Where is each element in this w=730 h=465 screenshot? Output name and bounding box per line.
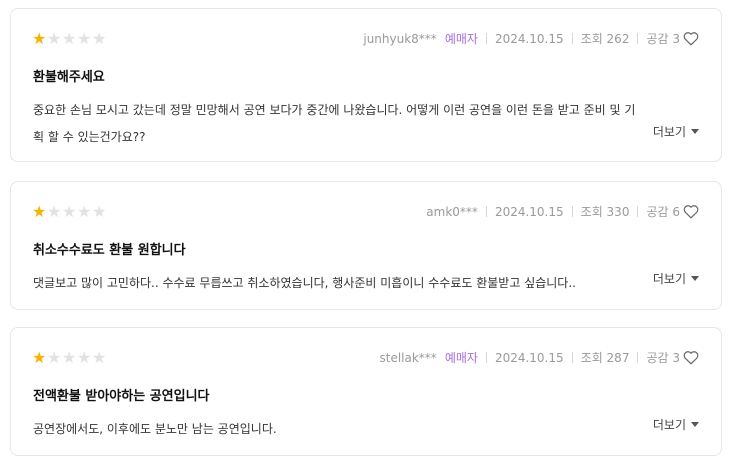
- star-icon: ★: [47, 29, 62, 48]
- divider: [571, 33, 573, 44]
- star-icon: ★: [77, 29, 92, 48]
- review-list: ★ ★ ★ ★ ★ junhyuk8*** 예매자 2024.10.15 조회 262 …: [0, 0, 730, 465]
- star-rating: ★ ★ ★ ★ ★: [32, 31, 107, 47]
- star-icon: ★: [77, 202, 92, 221]
- star-icon: ★: [62, 29, 77, 48]
- review-title: 취소수수료도 환불 원합니다: [33, 243, 186, 258]
- more-button[interactable]: 더보기: [653, 123, 699, 140]
- star-icon: ★: [32, 29, 47, 48]
- star-icon: ★: [32, 202, 47, 221]
- review-card: ★ ★ ★ ★ ★ stellak*** 예매자 2024.10.15 조회 287 공…: [10, 327, 722, 456]
- more-label: 더보기: [652, 125, 686, 139]
- like-button[interactable]: 공감 3: [646, 349, 699, 366]
- view-count: 조회 330: [580, 205, 630, 219]
- star-icon: ★: [92, 348, 107, 367]
- divider: [485, 33, 487, 44]
- more-button[interactable]: 더보기: [653, 416, 699, 433]
- buyer-badge: 예매자: [444, 32, 478, 46]
- star-icon: ★: [32, 348, 47, 367]
- star-icon: ★: [77, 348, 92, 367]
- caret-down-icon: [691, 129, 699, 134]
- more-label: 더보기: [652, 418, 686, 432]
- divider: [637, 352, 639, 363]
- view-count: 조회 287: [580, 351, 630, 365]
- review-title: 전액환불 받아야하는 공연입니다: [33, 389, 210, 404]
- like-count: 공감 3: [646, 351, 680, 365]
- more-button[interactable]: 더보기: [653, 270, 699, 287]
- divider: [485, 352, 487, 363]
- heart-icon: [683, 205, 699, 219]
- star-rating: ★ ★ ★ ★ ★: [32, 204, 107, 220]
- review-title: 환불해주세요: [33, 70, 105, 85]
- divider: [571, 206, 573, 217]
- more-label: 더보기: [652, 272, 686, 286]
- reviewer-id: junhyuk8***: [363, 31, 437, 46]
- star-icon: ★: [92, 29, 107, 48]
- review-date: 2024.10.15: [494, 204, 564, 219]
- review-meta: junhyuk8*** 예매자 2024.10.15 조회 262 공감 3: [363, 30, 699, 47]
- star-icon: ★: [62, 348, 77, 367]
- reviewer-id: amk0***: [426, 204, 478, 219]
- review-card: ★ ★ ★ ★ ★ amk0*** 2024.10.15 조회 330 공감 6 취소수…: [10, 181, 722, 310]
- review-content: 중요한 손님 모시고 갔는데 정말 민망해서 공연 보다가 중간에 나왔습니다.…: [33, 103, 636, 144]
- heart-icon: [683, 351, 699, 365]
- like-button[interactable]: 공감 6: [646, 203, 699, 220]
- divider: [485, 206, 487, 217]
- review-content: 공연장에서도, 이후에도 분노만 남는 공연입니다.: [33, 422, 277, 436]
- like-count: 공감 3: [646, 32, 680, 46]
- star-icon: ★: [62, 202, 77, 221]
- star-icon: ★: [47, 348, 62, 367]
- caret-down-icon: [691, 422, 699, 427]
- review-date: 2024.10.15: [494, 350, 564, 365]
- star-icon: ★: [92, 202, 107, 221]
- caret-down-icon: [691, 276, 699, 281]
- review-meta: amk0*** 2024.10.15 조회 330 공감 6: [426, 203, 699, 220]
- review-card: ★ ★ ★ ★ ★ junhyuk8*** 예매자 2024.10.15 조회 262 …: [10, 8, 722, 162]
- review-date: 2024.10.15: [494, 31, 564, 46]
- like-button[interactable]: 공감 3: [646, 30, 699, 47]
- star-icon: ★: [47, 202, 62, 221]
- star-rating: ★ ★ ★ ★ ★: [32, 350, 107, 366]
- divider: [637, 206, 639, 217]
- reviewer-id: stellak***: [379, 350, 437, 365]
- buyer-badge: 예매자: [444, 351, 478, 365]
- divider: [571, 352, 573, 363]
- review-meta: stellak*** 예매자 2024.10.15 조회 287 공감 3: [380, 349, 700, 366]
- like-count: 공감 6: [646, 205, 680, 219]
- review-content: 댓글보고 많이 고민하다.. 수수료 무릅쓰고 취소하였습니다, 행사준비 미흡…: [33, 276, 576, 290]
- divider: [637, 33, 639, 44]
- view-count: 조회 262: [580, 32, 630, 46]
- heart-icon: [683, 32, 699, 46]
